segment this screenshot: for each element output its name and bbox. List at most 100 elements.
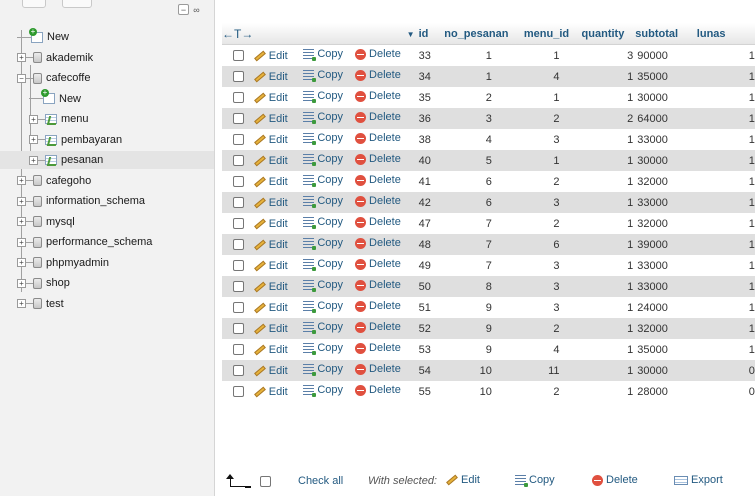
row-checkbox[interactable] <box>233 302 244 314</box>
column-header-id[interactable]: id <box>418 23 445 45</box>
expand-icon[interactable]: + <box>17 196 26 206</box>
copy-button[interactable]: Copy <box>303 111 343 124</box>
tree-item-shop[interactable]: + shop <box>0 274 214 292</box>
tree-item-information-schema[interactable]: + information_schema <box>0 192 214 210</box>
delete-button[interactable]: Delete <box>355 153 401 165</box>
row-checkbox[interactable] <box>233 281 244 293</box>
tree-item-cafecoffe[interactable]: − cafecoffe <box>0 69 214 87</box>
row-checkbox[interactable] <box>233 134 244 146</box>
expand-icon[interactable]: + <box>17 176 26 185</box>
tree-item-label[interactable]: cafecoffe <box>46 72 90 84</box>
expand-icon[interactable]: + <box>17 53 26 62</box>
column-arrows[interactable]: ←T→ <box>222 27 253 41</box>
bulk-delete-button[interactable]: Delete <box>592 474 638 486</box>
copy-button[interactable]: Copy <box>303 90 343 103</box>
tree-item-test[interactable]: + test <box>0 295 214 313</box>
copy-button[interactable]: Copy <box>303 258 343 271</box>
edit-button[interactable]: Edit <box>253 176 288 188</box>
tree-item-label[interactable]: pembayaran <box>61 134 122 146</box>
edit-button[interactable]: Edit <box>253 50 288 62</box>
tree-item-label[interactable]: New <box>47 31 69 43</box>
expand-icon[interactable]: + <box>29 114 38 124</box>
copy-button[interactable]: Copy <box>303 216 343 229</box>
edit-button[interactable]: Edit <box>253 239 288 251</box>
copy-button[interactable]: Copy <box>303 321 343 334</box>
row-checkbox[interactable] <box>233 218 244 230</box>
row-checkbox[interactable] <box>233 365 244 377</box>
row-checkbox[interactable] <box>233 71 244 83</box>
column-header-menu-id[interactable]: menu_id <box>523 23 582 45</box>
edit-button[interactable]: Edit <box>253 260 288 272</box>
check-all-label[interactable]: Check all <box>298 475 343 487</box>
copy-button[interactable]: Copy <box>303 300 343 313</box>
row-checkbox[interactable] <box>233 344 244 356</box>
check-all-checkbox[interactable] <box>260 476 271 487</box>
copy-button[interactable]: Copy <box>303 342 343 355</box>
delete-button[interactable]: Delete <box>355 174 401 186</box>
tree-item-new-child[interactable]: New <box>0 89 214 108</box>
edit-button[interactable]: Edit <box>253 155 288 167</box>
tree-item-pesanan-child[interactable]: + pesanan <box>0 151 214 169</box>
column-header-quantity[interactable]: quantity <box>581 23 636 45</box>
copy-button[interactable]: Copy <box>303 48 343 61</box>
expand-icon[interactable]: + <box>17 299 26 308</box>
tree-item-label[interactable]: pesanan <box>61 154 103 166</box>
row-checkbox[interactable] <box>233 176 244 188</box>
row-checkbox[interactable] <box>233 92 244 104</box>
tree-item-label[interactable]: akademik <box>46 52 93 64</box>
tree-item-label[interactable]: shop <box>46 277 70 289</box>
delete-button[interactable]: Delete <box>355 90 401 102</box>
edit-button[interactable]: Edit <box>253 92 288 104</box>
row-checkbox[interactable] <box>233 113 244 125</box>
tree-item-menu-child[interactable]: + menu <box>0 110 214 128</box>
bulk-export-button[interactable]: Export <box>674 474 723 486</box>
copy-button[interactable]: Copy <box>303 363 343 376</box>
delete-button[interactable]: Delete <box>355 111 401 123</box>
row-checkbox[interactable] <box>233 239 244 251</box>
delete-button[interactable]: Delete <box>355 258 401 270</box>
tree-item-phpmyadmin[interactable]: + phpmyadmin <box>0 254 214 272</box>
row-checkbox[interactable] <box>233 386 244 398</box>
row-checkbox[interactable] <box>233 50 244 62</box>
column-arrows-header[interactable]: ←T→ <box>222 23 304 45</box>
tree-item-label[interactable]: mysql <box>46 216 75 228</box>
copy-button[interactable]: Copy <box>303 153 343 166</box>
delete-button[interactable]: Delete <box>355 384 401 396</box>
tree-item-cafegoho[interactable]: + cafegoho <box>0 172 214 190</box>
edit-button[interactable]: Edit <box>253 134 288 146</box>
row-checkbox[interactable] <box>233 197 244 209</box>
expand-icon[interactable]: + <box>29 155 38 165</box>
row-checkbox[interactable] <box>233 260 244 272</box>
row-checkbox[interactable] <box>233 323 244 335</box>
delete-button[interactable]: Delete <box>355 48 401 60</box>
edit-button[interactable]: Edit <box>253 365 288 377</box>
delete-button[interactable]: Delete <box>355 363 401 375</box>
expand-icon[interactable]: + <box>17 258 26 267</box>
edit-button[interactable]: Edit <box>253 281 288 293</box>
link-icon[interactable]: ∞ <box>191 4 202 15</box>
tree-item-akademik[interactable]: + akademik <box>0 49 214 67</box>
edit-button[interactable]: Edit <box>253 302 288 314</box>
tree-item-mysql[interactable]: + mysql <box>0 213 214 231</box>
expand-icon[interactable]: + <box>17 237 26 247</box>
row-checkbox[interactable] <box>233 155 244 167</box>
collapse-all-button[interactable]: − <box>178 4 189 15</box>
copy-button[interactable]: Copy <box>303 69 343 82</box>
tree-item-pembayaran-child[interactable]: + pembayaran <box>0 131 214 149</box>
edit-button[interactable]: Edit <box>253 71 288 83</box>
edit-button[interactable]: Edit <box>253 218 288 230</box>
delete-button[interactable]: Delete <box>355 321 401 333</box>
delete-button[interactable]: Delete <box>355 195 401 207</box>
tree-item-label[interactable]: phpmyadmin <box>46 257 109 269</box>
expand-icon[interactable]: + <box>29 135 38 144</box>
sort-dropdown-icon[interactable]: ▼ <box>407 30 415 39</box>
edit-button[interactable]: Edit <box>253 323 288 335</box>
tree-item-label[interactable]: cafegoho <box>46 175 91 187</box>
tree-item-performance-schema[interactable]: + performance_schema <box>0 233 214 251</box>
expand-icon[interactable]: + <box>17 217 26 226</box>
edit-button[interactable]: Edit <box>253 386 288 398</box>
copy-button[interactable]: Copy <box>303 132 343 145</box>
delete-button[interactable]: Delete <box>355 300 401 312</box>
copy-button[interactable]: Copy <box>303 174 343 187</box>
expand-icon[interactable]: + <box>17 278 26 288</box>
